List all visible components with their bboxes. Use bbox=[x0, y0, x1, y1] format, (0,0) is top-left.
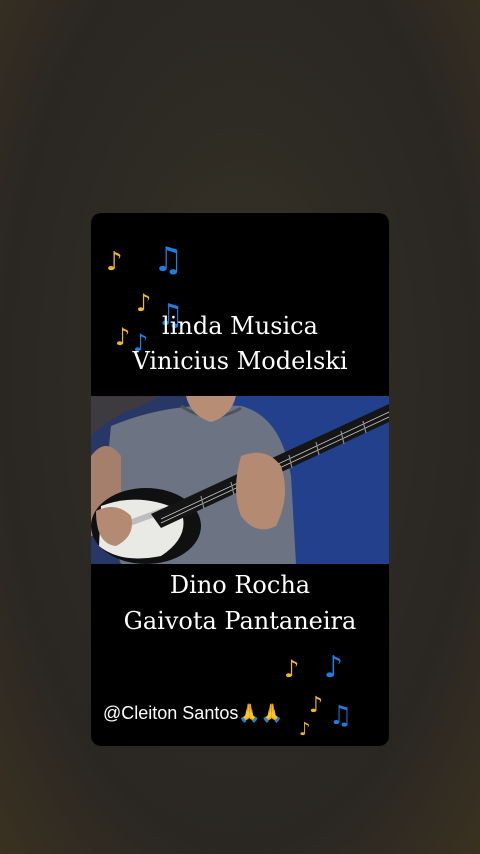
story-card[interactable]: ♪ ♫ ♪ ♫ ♪ ♪ linda Musica Vinicius Models… bbox=[91, 213, 389, 746]
praying-hands-icon: 🙏🙏 bbox=[238, 703, 284, 724]
video-thumbnail[interactable] bbox=[91, 396, 389, 564]
music-note-icon: ♪ bbox=[299, 719, 311, 740]
video-title-line1: linda Musica bbox=[162, 312, 318, 340]
music-note-icon: ♪ bbox=[106, 247, 123, 277]
credit-mention[interactable]: @Cleiton Santos🙏🙏 bbox=[103, 703, 283, 724]
credit-text: @Cleiton Santos bbox=[103, 703, 239, 723]
music-note-icon: ♪ bbox=[309, 693, 324, 718]
guitarist-image bbox=[91, 396, 389, 564]
music-notes-icon: ♫ bbox=[329, 701, 353, 731]
music-notes-icon: ♫ bbox=[153, 240, 184, 280]
video-title-line2: Vinicius Modelski bbox=[132, 347, 348, 375]
song-title: Gaivota Pantaneira bbox=[123, 607, 357, 635]
music-note-icon: ♪ bbox=[284, 655, 300, 683]
song-artist: Dino Rocha bbox=[169, 571, 311, 599]
music-note-icon: ♪ bbox=[324, 650, 344, 685]
